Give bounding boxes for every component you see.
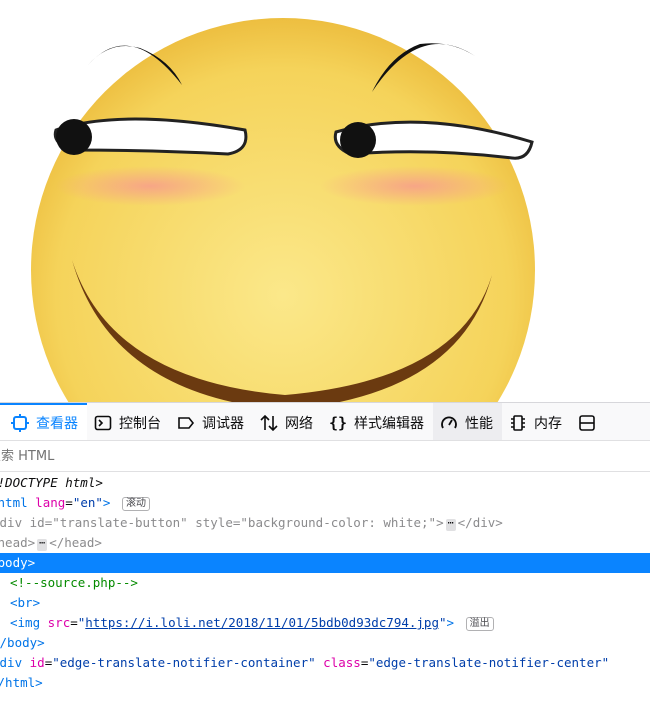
tree-node-doctype[interactable]: <!DOCTYPE html> <box>0 473 650 493</box>
tree-node-comment[interactable]: <!--source.php--> <box>0 573 650 593</box>
tree-node-body-close[interactable]: </body> <box>0 633 650 653</box>
div-style-value: "background-color: white;" <box>240 515 437 530</box>
right-pupil <box>340 122 376 158</box>
br-tag: <br> <box>10 595 41 610</box>
devtools-panel: 查看器 控制台 调试器 网络 {} 样式编辑器 性能 内存 搜索 HTML <!… <box>0 402 650 703</box>
tab-label: 样式编辑器 <box>354 415 424 432</box>
div-open-tag: <div <box>0 515 23 530</box>
memory-icon <box>508 413 528 433</box>
tab-performance[interactable]: 性能 <box>433 403 502 440</box>
tab-console[interactable]: 控制台 <box>87 403 170 440</box>
tree-node-head[interactable]: <head>⋯</head> <box>0 533 650 553</box>
html-close-tag: </html> <box>0 675 43 690</box>
overflow-badge[interactable]: 溢出 <box>465 617 494 631</box>
img-src-link[interactable]: https://i.loli.net/2018/11/01/5bdb0d93dc… <box>85 615 439 630</box>
tab-label: 控制台 <box>119 415 161 432</box>
markup-tree: <!DOCTYPE html> <html lang="en"> 滚动 <div… <box>0 472 650 693</box>
tab-label: 网络 <box>285 415 313 432</box>
head-collapsed-ellipsis[interactable]: ⋯ <box>37 539 48 551</box>
head-open-tag: <head> <box>0 535 36 550</box>
div-id-value: "translate-button" <box>52 515 188 530</box>
doctype-text: <!DOCTYPE html> <box>0 475 103 490</box>
tab-label: 查看器 <box>36 415 78 432</box>
style-editor-icon: {} <box>328 413 348 432</box>
tab-style-editor[interactable]: {} 样式编辑器 <box>322 403 433 440</box>
tree-node-translate-button[interactable]: <div id="translate-button" style="backgr… <box>0 513 650 533</box>
div-collapsed-ellipsis[interactable]: ⋯ <box>445 519 456 531</box>
debugger-icon <box>176 413 196 433</box>
body-open-tag: <body> <box>0 555 36 570</box>
source-comment: <!--source.php--> <box>10 575 138 590</box>
tab-network[interactable]: 网络 <box>253 403 322 440</box>
div2-id-attr: id <box>29 655 45 670</box>
tab-debugger[interactable]: 调试器 <box>170 403 253 440</box>
tree-node-html-close[interactable]: </html> <box>0 673 650 693</box>
tab-memory[interactable]: 内存 <box>502 403 571 440</box>
html-lang-value: "en" <box>72 495 103 510</box>
div2-id-value: "edge-translate-notifier-container" <box>52 655 316 670</box>
tree-node-html[interactable]: <html lang="en"> 滚动 <box>0 493 650 513</box>
tree-node-notifier-container[interactable]: <div id="edge-translate-notifier-contain… <box>0 653 650 673</box>
div-bracket: > <box>436 515 444 530</box>
div-style-attr: style <box>195 515 233 530</box>
html-open-bracket: > <box>102 495 111 510</box>
left-blush <box>55 166 245 206</box>
inspector-icon <box>10 413 30 433</box>
storage-icon <box>577 413 597 433</box>
tab-storage[interactable] <box>571 403 606 440</box>
div-close-tag: </div> <box>457 515 503 530</box>
div2-class-attr: class <box>323 655 361 670</box>
img-open-tag: <img <box>10 615 41 630</box>
search-html-input[interactable] <box>0 447 640 465</box>
page-viewport <box>0 0 650 402</box>
right-blush <box>320 166 510 206</box>
div2-open-tag: <div <box>0 655 23 670</box>
scroll-badge[interactable]: 滚动 <box>121 497 150 511</box>
div-id-attr: id <box>29 515 45 530</box>
left-pupil <box>56 119 92 155</box>
tab-label: 内存 <box>534 415 562 432</box>
html-lang-attr: lang <box>35 495 66 510</box>
html-search-bar <box>0 441 650 472</box>
console-icon <box>93 413 113 433</box>
network-icon <box>259 413 279 433</box>
tab-label: 性能 <box>465 415 493 432</box>
tree-node-body-selected[interactable]: <body> <box>0 553 650 573</box>
tab-inspector[interactable]: 查看器 <box>0 403 87 440</box>
tree-node-img[interactable]: <img src="https://i.loli.net/2018/11/01/… <box>0 613 650 633</box>
head-close-tag: </head> <box>49 535 102 550</box>
div2-class-value: "edge-translate-notifier-center" <box>368 655 610 670</box>
tab-label: 调试器 <box>202 415 244 432</box>
html-open-tag: <html <box>0 495 28 510</box>
img-src-attr: src <box>47 615 71 630</box>
emoji-face <box>31 18 535 402</box>
img-close-bracket: > <box>446 615 455 630</box>
devtools-tab-bar: 查看器 控制台 调试器 网络 {} 样式编辑器 性能 内存 <box>0 403 650 441</box>
performance-icon <box>439 413 459 433</box>
smiling-emoji-image[interactable] <box>0 0 650 402</box>
body-close-tag: </body> <box>0 635 45 650</box>
tree-node-br[interactable]: <br> <box>0 593 650 613</box>
